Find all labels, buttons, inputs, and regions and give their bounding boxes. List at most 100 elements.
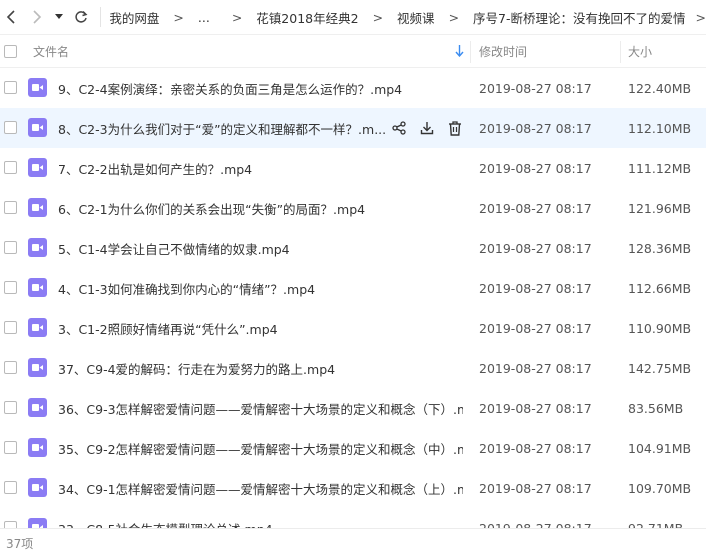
- file-name[interactable]: 36、C9-3怎样解密爱情问题——爱情解密十大场景的定义和概念（下）.m...: [58, 399, 463, 418]
- row-checkbox[interactable]: [4, 401, 17, 414]
- row-checkbox[interactable]: [4, 441, 17, 454]
- file-name[interactable]: 35、C9-2怎样解密爱情问题——爱情解密十大场景的定义和概念（中）.m...: [58, 439, 463, 458]
- file-size: 142.75MB: [628, 360, 692, 376]
- file-modified-date: 2019-08-27 08:17: [479, 400, 592, 416]
- file-size: 83.56MB: [628, 400, 684, 416]
- file-name[interactable]: 8、C2-3为什么我们对于“爱”的定义和理解都不一样？.m...: [58, 119, 388, 138]
- breadcrumb-separator: >: [448, 9, 460, 25]
- file-row[interactable]: 36、C9-3怎样解密爱情问题——爱情解密十大场景的定义和概念（下）.m... 2…: [0, 388, 706, 428]
- breadcrumb-ellipsis[interactable]: ...: [198, 10, 210, 25]
- row-checkbox[interactable]: [4, 321, 17, 334]
- row-checkbox[interactable]: [4, 81, 17, 94]
- select-all-checkbox[interactable]: [4, 44, 17, 58]
- row-checkbox[interactable]: [4, 201, 17, 214]
- file-row[interactable]: 8、C2-3为什么我们对于“爱”的定义和理解都不一样？.m... 2019-08-…: [0, 108, 706, 148]
- item-count: 37项: [6, 537, 34, 551]
- column-header-date[interactable]: 修改时间: [479, 43, 527, 60]
- file-name[interactable]: 33、C8-5社会生态模型理论总述.mp4: [58, 519, 463, 529]
- history-dropdown-icon[interactable]: [51, 5, 67, 29]
- file-modified-date: 2019-08-27 08:17: [479, 240, 592, 256]
- row-actions: [390, 119, 464, 137]
- file-modified-date: 2019-08-27 08:17: [479, 120, 592, 136]
- file-modified-date: 2019-08-27 08:17: [479, 480, 592, 496]
- file-row[interactable]: 6、C2-1为什么你们的关系会出现“失衡”的局面？.mp4 2019-08-27 …: [0, 188, 706, 228]
- forward-icon[interactable]: [29, 5, 45, 29]
- file-name[interactable]: 34、C9-1怎样解密爱情问题——爱情解密十大场景的定义和概念（上）.m...: [58, 479, 463, 498]
- video-file-icon: [28, 118, 47, 137]
- breadcrumb-separator: >: [372, 9, 384, 25]
- row-checkbox[interactable]: [4, 241, 17, 254]
- breadcrumb-folder[interactable]: 花镇2018年经典2: [256, 8, 358, 27]
- file-row[interactable]: 33、C8-5社会生态模型理论总述.mp4 2019-08-27 08:17 92.…: [0, 508, 706, 528]
- file-row[interactable]: 5、C1-4学会让自己不做情绪的奴隶.mp4 2019-08-27 08:17 12…: [0, 228, 706, 268]
- file-size: 128.36MB: [628, 240, 692, 256]
- column-divider[interactable]: [470, 41, 471, 63]
- video-file-icon: [28, 278, 47, 297]
- file-modified-date: 2019-08-27 08:17: [479, 440, 592, 456]
- video-file-icon: [28, 78, 47, 97]
- row-checkbox[interactable]: [4, 281, 17, 294]
- file-size: 112.66MB: [628, 280, 692, 296]
- file-size: 112.10MB: [628, 120, 692, 136]
- file-size: 111.12MB: [628, 160, 692, 176]
- file-name[interactable]: 4、C1-3如何准确找到你内心的“情绪”？.mp4: [58, 279, 463, 298]
- breadcrumb-folder[interactable]: 视频课: [397, 8, 435, 27]
- file-modified-date: 2019-08-27 08:17: [479, 280, 592, 296]
- file-list: 9、C2-4案例演绎：亲密关系的负面三角是怎么运作的？.mp4 2019-08-2…: [0, 68, 706, 528]
- file-size: 121.96MB: [628, 200, 692, 216]
- download-icon[interactable]: [418, 119, 436, 137]
- file-modified-date: 2019-08-27 08:17: [479, 360, 592, 376]
- navigation-bar: 我的网盘 > ... > 花镇2018年经典2 > 视频课 > 序号7-断桥理论…: [0, 0, 706, 34]
- file-modified-date: 2019-08-27 08:17: [479, 320, 592, 336]
- column-header-name[interactable]: 文件名: [33, 43, 69, 60]
- file-name[interactable]: 7、C2-2出轨是如何产生的？.mp4: [58, 159, 463, 178]
- video-file-icon: [28, 398, 47, 417]
- file-name[interactable]: 5、C1-4学会让自己不做情绪的奴隶.mp4: [58, 239, 463, 258]
- file-row[interactable]: 34、C9-1怎样解密爱情问题——爱情解密十大场景的定义和概念（上）.m... 2…: [0, 468, 706, 508]
- row-checkbox[interactable]: [4, 161, 17, 174]
- file-modified-date: 2019-08-27 08:17: [479, 160, 592, 176]
- file-size: 92.71MB: [628, 520, 684, 529]
- row-checkbox[interactable]: [4, 361, 17, 374]
- file-row[interactable]: 35、C9-2怎样解密爱情问题——爱情解密十大场景的定义和概念（中）.m... 2…: [0, 428, 706, 468]
- back-icon[interactable]: [3, 5, 19, 29]
- file-row[interactable]: 9、C2-4案例演绎：亲密关系的负面三角是怎么运作的？.mp4 2019-08-2…: [0, 68, 706, 108]
- row-checkbox[interactable]: [4, 121, 17, 134]
- video-file-icon: [28, 158, 47, 177]
- breadcrumb-home[interactable]: 我的网盘: [109, 8, 159, 27]
- file-list-header: 文件名 修改时间 大小: [0, 34, 706, 68]
- column-divider[interactable]: [620, 41, 621, 63]
- file-row[interactable]: 37、C9-4爱的解码：行走在为爱努力的路上.mp4 2019-08-27 08:…: [0, 348, 706, 388]
- file-size: 109.70MB: [628, 480, 692, 496]
- file-row[interactable]: 3、C1-2照顾好情绪再说“凭什么”.mp4 2019-08-27 08:17 11…: [0, 308, 706, 348]
- status-bar: 37项: [0, 528, 706, 558]
- video-file-icon: [28, 198, 47, 217]
- file-name[interactable]: 37、C9-4爱的解码：行走在为爱努力的路上.mp4: [58, 359, 463, 378]
- video-file-icon: [28, 238, 47, 257]
- file-name[interactable]: 3、C1-2照顾好情绪再说“凭什么”.mp4: [58, 319, 463, 338]
- video-file-icon: [28, 438, 47, 457]
- refresh-icon[interactable]: [73, 5, 89, 29]
- row-checkbox[interactable]: [4, 521, 17, 528]
- toolbar-divider: [99, 7, 101, 27]
- video-file-icon: [28, 358, 47, 377]
- video-file-icon: [28, 518, 47, 528]
- column-header-size[interactable]: 大小: [628, 43, 652, 60]
- file-modified-date: 2019-08-27 08:17: [479, 520, 592, 529]
- breadcrumb-current[interactable]: 序号7-断桥理论：没有挽回不了的爱情: [473, 8, 685, 27]
- file-modified-date: 2019-08-27 08:17: [479, 200, 592, 216]
- row-checkbox[interactable]: [4, 481, 17, 494]
- file-row[interactable]: 7、C2-2出轨是如何产生的？.mp4 2019-08-27 08:17 111.1…: [0, 148, 706, 188]
- delete-icon[interactable]: [446, 119, 464, 137]
- breadcrumb-separator: >: [231, 9, 243, 25]
- file-name[interactable]: 6、C2-1为什么你们的关系会出现“失衡”的局面？.mp4: [58, 199, 463, 218]
- sort-descending-icon[interactable]: [455, 45, 464, 60]
- share-icon[interactable]: [390, 119, 408, 137]
- video-file-icon: [28, 318, 47, 337]
- file-modified-date: 2019-08-27 08:17: [479, 80, 592, 96]
- file-size: 110.90MB: [628, 320, 692, 336]
- video-file-icon: [28, 478, 47, 497]
- file-row[interactable]: 4、C1-3如何准确找到你内心的“情绪”？.mp4 2019-08-27 08:1…: [0, 268, 706, 308]
- file-name[interactable]: 9、C2-4案例演绎：亲密关系的负面三角是怎么运作的？.mp4: [58, 79, 463, 98]
- breadcrumb-separator: >: [173, 9, 184, 25]
